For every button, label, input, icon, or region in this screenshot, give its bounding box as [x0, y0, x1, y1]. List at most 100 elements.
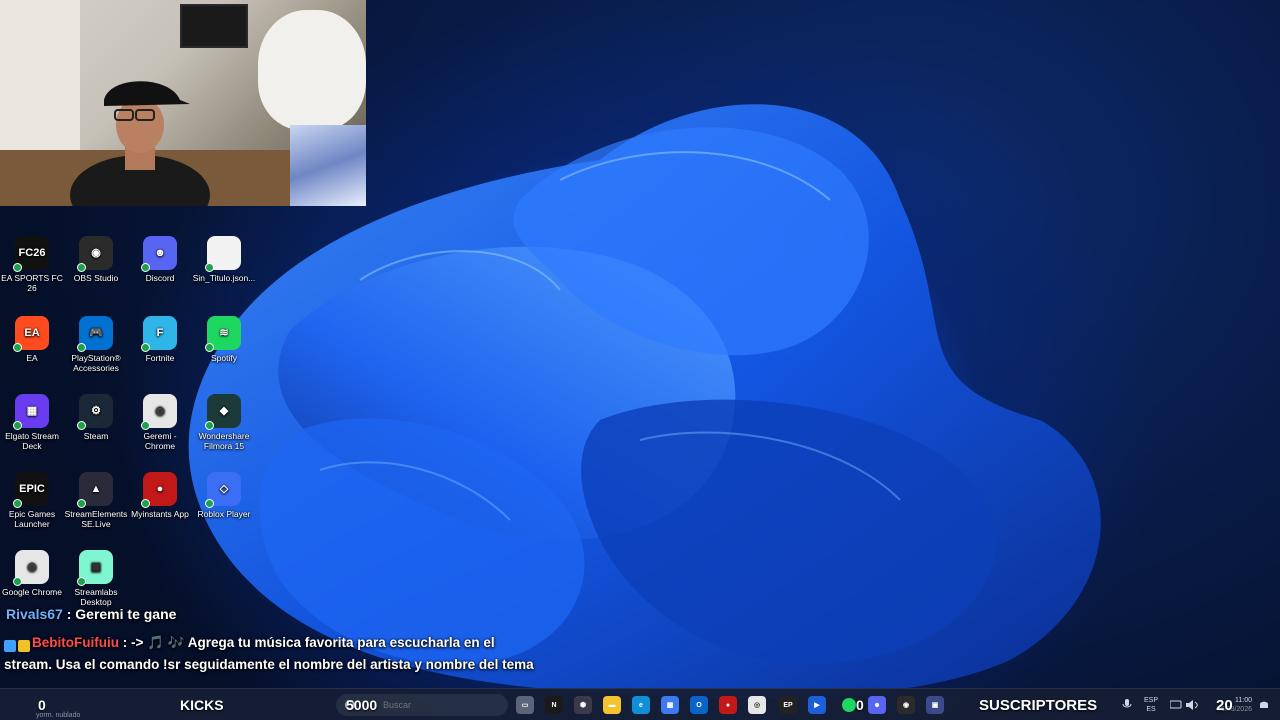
playstation-icon: 🎮: [77, 316, 113, 352]
desktop-icon-label: StreamElements SE.Live: [64, 509, 128, 529]
desktop-icon-label: Sin_Titulo.json...: [192, 273, 256, 283]
filmora-icon: ◆: [205, 394, 241, 430]
language-indicator[interactable]: ESP ES: [1144, 689, 1158, 720]
obs-taskbar-icon[interactable]: ◉: [897, 696, 915, 714]
chat-username: Rivals67: [6, 606, 63, 622]
fortnite-icon: F: [141, 316, 177, 352]
sync-check-icon: [205, 499, 214, 508]
app-icon[interactable]: ⬢: [574, 696, 592, 714]
epic-taskbar-icon[interactable]: EP: [779, 696, 797, 714]
desktop-icon[interactable]: ▣ Streamlabs Desktop: [64, 550, 128, 607]
desktop-icon[interactable]: FC26 EA SPORTS FC 26: [0, 236, 64, 293]
sync-check-icon: [13, 499, 22, 508]
desktop-icon-label: EA SPORTS FC 26: [1, 273, 63, 293]
notification-icon[interactable]: [1258, 689, 1270, 720]
store-icon[interactable]: ▦: [661, 696, 679, 714]
webcam-streamer: [70, 81, 210, 206]
chrome-icon: ◎: [13, 550, 49, 586]
discord-icon: ☻: [141, 236, 177, 272]
taskbar: 0 yorm. nublado KICKS 5000 ▭N⬢▬e▦O●◎EP▶ …: [0, 688, 1280, 720]
kicks-label: KICKS: [180, 697, 224, 713]
chat-badges: [4, 637, 32, 653]
desktop-icon[interactable]: ◇ Roblox Player: [192, 472, 256, 519]
sync-check-icon: [77, 263, 86, 272]
myinstants-icon: ●: [141, 472, 177, 508]
webcam-background-tv: [180, 4, 248, 48]
desktop-icon[interactable]: ▦ Elgato Stream Deck: [0, 394, 64, 451]
desktop-icon[interactable]: EPIC Epic Games Launcher: [0, 472, 64, 529]
kicks-value: 5000: [346, 697, 378, 713]
streamdeck-icon: ▦: [13, 394, 49, 430]
desktop-icon[interactable]: ● Myinstants App: [128, 472, 192, 519]
desktop-icon[interactable]: ▲ StreamElements SE.Live: [64, 472, 128, 529]
myinstants-taskbar-icon[interactable]: ●: [719, 696, 737, 714]
weather-widget[interactable]: yorm. nublado: [36, 699, 80, 720]
desktop-icon[interactable]: ◎ Google Chrome: [0, 550, 64, 597]
desktop-icon[interactable]: ◎ Geremi - Chrome: [128, 394, 192, 451]
folder-icon[interactable]: ▬: [603, 696, 621, 714]
sync-check-icon: [77, 577, 86, 586]
discord-taskbar-icon[interactable]: ☻: [868, 696, 886, 714]
desktop-icon[interactable]: F Fortnite: [128, 316, 192, 363]
desktop-icon-label: Fortnite: [145, 353, 175, 363]
sync-check-icon: [141, 499, 150, 508]
desktop-icon[interactable]: EA EA: [0, 316, 64, 363]
desktop-icon-label: Discord: [145, 273, 175, 283]
microphone-icon[interactable]: [1122, 689, 1132, 720]
network-icon[interactable]: [1170, 689, 1182, 720]
desktop-icon-label: Elgato Stream Deck: [5, 431, 59, 451]
desktop-icon-label: Spotify: [211, 353, 237, 363]
chat-message: BebitoFuifuiu : -> 🎵 🎶 Agrega tu música …: [4, 632, 534, 676]
chat-message: Rivals67 : Geremi te gane: [6, 606, 176, 622]
sync-check-icon: [13, 343, 22, 352]
app-taskbar-icon[interactable]: ▣: [926, 696, 944, 714]
desktop-icon-label: EA: [26, 353, 38, 363]
desktop-icon-label: Myinstants App: [131, 509, 189, 519]
sync-check-icon: [205, 421, 214, 430]
webcam-overlay: [0, 0, 366, 206]
streamlabs-icon: ▣: [77, 550, 113, 586]
sync-check-icon: [77, 421, 86, 430]
sync-check-icon: [13, 263, 22, 272]
desktop-icon-grid: FC26 EA SPORTS FC 26 ◉ OBS Studio ☻ Discord Si…: [0, 236, 260, 616]
desktop-icon-label: Epic Games Launcher: [8, 509, 56, 529]
file-icon: [205, 236, 241, 272]
chat-arrow: : ->: [118, 635, 148, 650]
desktop-icon[interactable]: ◆ Wondershare Filmora 15: [192, 394, 256, 451]
streamdeck-taskbar-icon[interactable]: ▶: [808, 696, 826, 714]
outlook-icon[interactable]: O: [690, 696, 708, 714]
chat-username: BebitoFuifuiu: [32, 635, 119, 650]
chrome-profile-icon: ◎: [141, 394, 177, 430]
edge-icon[interactable]: e: [632, 696, 650, 714]
desktop-icon-label: Wondershare Filmora 15: [198, 431, 250, 451]
spotify-icon: ≋: [205, 316, 241, 352]
desktop-icon[interactable]: Sin_Titulo.json...: [192, 236, 256, 283]
sync-check-icon: [205, 263, 214, 272]
webcam-pc-case: [290, 125, 366, 206]
desktop-icon[interactable]: ☻ Discord: [128, 236, 192, 283]
desktop-icon[interactable]: ⚙ Steam: [64, 394, 128, 441]
desktop-icon-label: Geremi - Chrome: [143, 431, 177, 451]
netflix-icon[interactable]: N: [545, 696, 563, 714]
search-input[interactable]: [383, 700, 493, 710]
sync-check-icon: [77, 499, 86, 508]
chrome-taskbar-icon[interactable]: ◎: [748, 696, 766, 714]
sync-check-icon: [13, 421, 22, 430]
desktop-icon[interactable]: ◉ OBS Studio: [64, 236, 128, 283]
roblox-icon: ◇: [205, 472, 241, 508]
subs-label: SUSCRIPTORES: [979, 696, 1098, 714]
streamelements-icon: ▲: [77, 472, 113, 508]
spotify-counter: 0: [856, 697, 864, 713]
sync-check-icon: [141, 343, 150, 352]
taskview-icon[interactable]: ▭: [516, 696, 534, 714]
desktop-icon-label: Streamlabs Desktop: [74, 587, 118, 607]
desktop-icon-label: Roblox Player: [197, 509, 251, 519]
desktop-icon[interactable]: 🎮 PlayStation® Accessories: [64, 316, 128, 373]
sync-check-icon: [205, 343, 214, 352]
webcam-plush-toy: [258, 10, 366, 130]
music-notes-icon: 🎵 🎶: [147, 635, 188, 650]
sync-check-icon: [77, 343, 86, 352]
volume-icon[interactable]: [1186, 689, 1200, 720]
sync-check-icon: [141, 263, 150, 272]
desktop-icon[interactable]: ≋ Spotify: [192, 316, 256, 363]
